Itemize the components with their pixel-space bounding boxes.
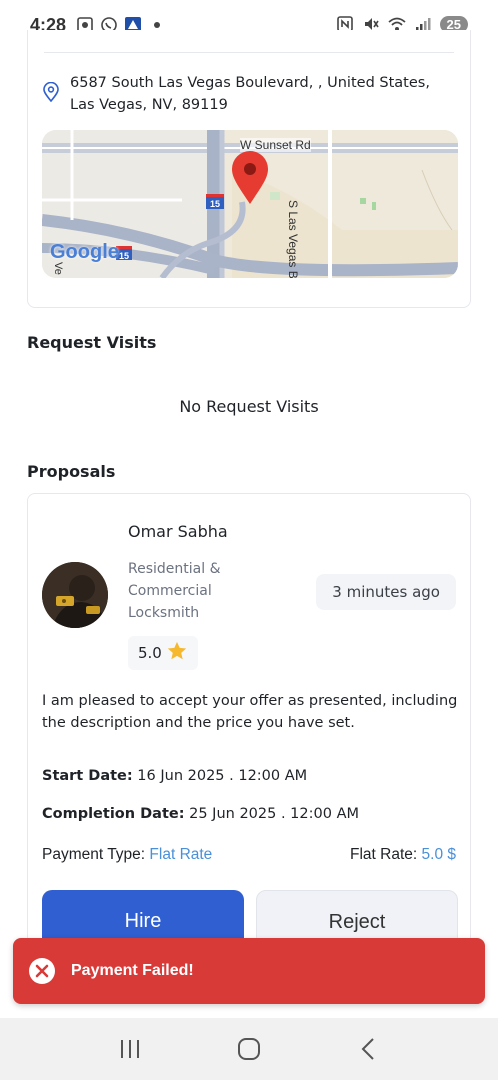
map-pin-icon	[230, 150, 270, 210]
start-date-row: Start Date: 16 Jun 2025 . 12:00 AM	[42, 768, 307, 784]
request-visits-title: Request Visits	[27, 333, 157, 352]
rate-label: Flat Rate:	[350, 846, 418, 863]
more-notifications-dot	[154, 22, 160, 28]
request-visits-empty: No Request Visits	[179, 397, 319, 416]
proposal-message: I am pleased to accept your offer as pre…	[42, 693, 458, 731]
provider-role: Residential & Commercial Locksmith	[128, 561, 221, 621]
location-pin-icon	[42, 81, 60, 116]
error-toast[interactable]: Payment Failed!	[13, 938, 485, 1004]
highway-shield: 15	[206, 194, 224, 209]
completion-date-value: 25 Jun 2025 . 12:00 AM	[189, 806, 360, 822]
proposal-card: Omar Sabha Residential & Commercial Lock…	[27, 493, 471, 954]
payment-row: Payment Type: Flat Rate Flat Rate: 5.0 $	[42, 846, 456, 864]
system-nav-bar	[0, 1018, 498, 1080]
start-date-label: Start Date:	[42, 768, 133, 784]
address-text: 6587 South Las Vegas Boulevard, , United…	[70, 75, 430, 113]
address-card: 6587 South Las Vegas Boulevard, , United…	[27, 30, 471, 308]
back-icon[interactable]	[348, 1029, 388, 1069]
error-icon	[29, 958, 55, 984]
rate: Flat Rate: 5.0 $	[350, 846, 456, 864]
proposals-title: Proposals	[27, 462, 116, 481]
start-date-value: 16 Jun 2025 . 12:00 AM	[137, 768, 308, 784]
rating-badge: 5.0	[128, 636, 198, 670]
payment-type-value: Flat Rate	[149, 846, 213, 863]
time-ago-badge: 3 minutes ago	[316, 574, 456, 610]
address-row: 6587 South Las Vegas Boulevard, , United…	[42, 72, 450, 116]
completion-date-row: Completion Date: 25 Jun 2025 . 12:00 AM	[42, 806, 359, 822]
star-icon	[166, 640, 188, 666]
provider-name: Omar Sabha	[128, 522, 228, 541]
google-logo: Google	[50, 241, 119, 263]
location-map[interactable]: W Sunset Rd S Las Vegas Blvd 15 15 Ve Go…	[42, 130, 458, 278]
recent-apps-icon[interactable]	[110, 1029, 150, 1069]
payment-type-label: Payment Type:	[42, 846, 146, 863]
map-street-label-vertical: S Las Vegas Blvd	[286, 200, 300, 278]
rating-value: 5.0	[138, 644, 162, 662]
toast-message: Payment Failed!	[71, 962, 194, 979]
divider	[44, 52, 454, 53]
avatar	[42, 562, 108, 628]
home-icon[interactable]	[229, 1029, 269, 1069]
payment-type: Payment Type: Flat Rate	[42, 846, 212, 864]
completion-date-label: Completion Date:	[42, 806, 185, 822]
rate-value: 5.0 $	[421, 846, 456, 863]
